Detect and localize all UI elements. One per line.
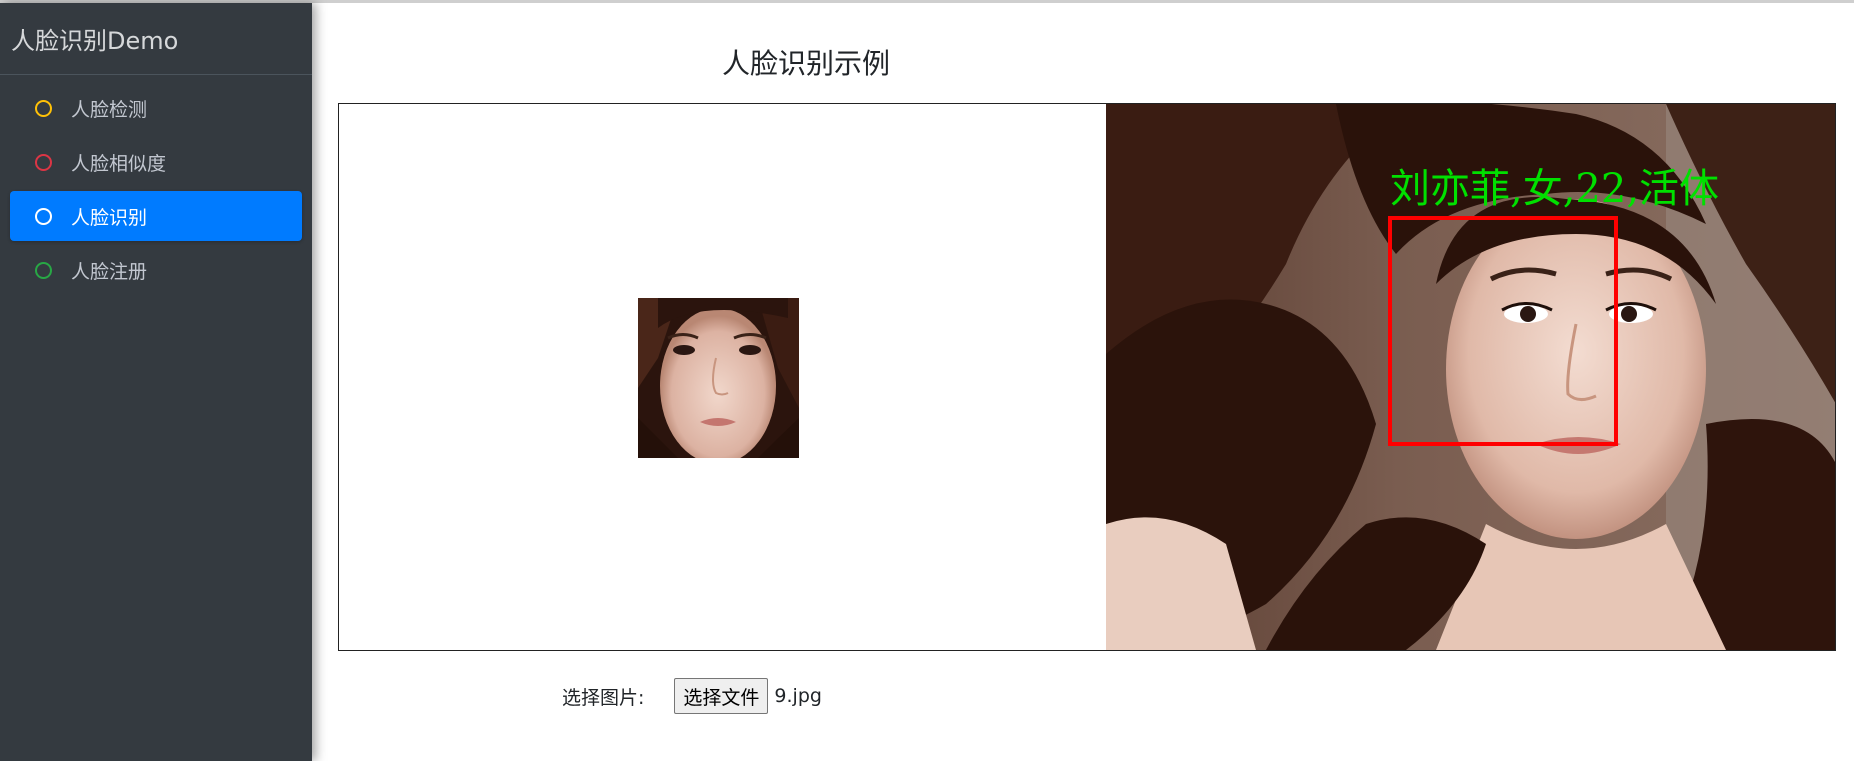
- brand-title[interactable]: 人脸识别Demo: [0, 3, 312, 75]
- sidebar: 人脸识别Demo 人脸检测 人脸相似度 人脸识别 人脸注册: [0, 3, 312, 761]
- file-input-label: 选择图片:: [562, 686, 645, 709]
- sidebar-item-label: 人脸检测: [71, 98, 148, 121]
- sidebar-item-face-detection[interactable]: 人脸检测: [10, 83, 302, 133]
- sidebar-item-face-registration[interactable]: 人脸注册: [10, 245, 302, 295]
- image-viewer: 刘亦菲,女,22,活体: [338, 103, 1836, 651]
- sidebar-item-face-similarity[interactable]: 人脸相似度: [10, 137, 302, 187]
- sidebar-item-label: 人脸相似度: [71, 152, 167, 175]
- sidebar-item-label: 人脸注册: [71, 260, 148, 283]
- choose-file-button[interactable]: 选择文件: [674, 678, 769, 714]
- sidebar-item-label: 人脸识别: [71, 206, 148, 229]
- recognition-result-label: 刘亦菲,女,22,活体: [1390, 166, 1719, 212]
- circle-icon: [35, 153, 52, 171]
- recognition-result-photo: 刘亦菲,女,22,活体: [1106, 104, 1835, 650]
- selected-file-name: 9.jpg: [774, 685, 822, 707]
- file-picker-row: 选择图片: 选择文件 9.jpg: [562, 678, 822, 714]
- circle-icon: [35, 261, 52, 279]
- sidebar-item-face-recognition[interactable]: 人脸识别: [10, 191, 302, 241]
- circle-icon: [35, 99, 52, 117]
- face-thumbnail: [638, 298, 799, 458]
- circle-icon: [35, 207, 52, 225]
- sidebar-nav: 人脸检测 人脸相似度 人脸识别 人脸注册: [0, 75, 312, 295]
- page-title: 人脸识别示例: [722, 47, 891, 80]
